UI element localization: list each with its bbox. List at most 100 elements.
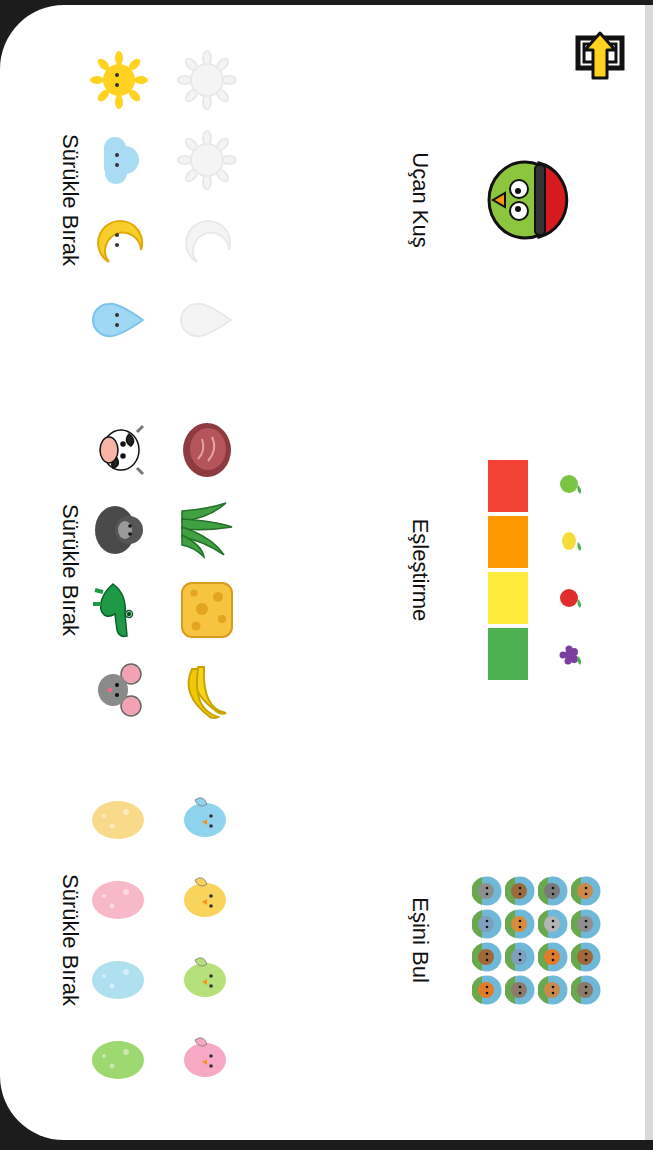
animal-card-icon <box>505 975 535 1005</box>
animal-card-icon <box>538 942 568 972</box>
game-column: Uçan Kuş Sürükle Bırak <box>57 15 630 385</box>
game-title[interactable]: Uçan Kuş <box>407 152 433 247</box>
animal-card-icon <box>571 876 601 906</box>
drag-item[interactable] <box>91 498 147 562</box>
exit-button[interactable] <box>567 30 630 82</box>
drag-item[interactable] <box>91 288 147 352</box>
target-row <box>175 48 239 352</box>
drag-drop-label: Sürükle Bırak <box>57 874 83 1006</box>
memory-grid <box>472 876 601 1005</box>
cheese-icon <box>176 579 238 641</box>
mouse-icon[interactable] <box>91 660 147 720</box>
target-slot <box>175 868 239 932</box>
target-slot <box>175 658 239 722</box>
lemon-icon <box>559 529 585 555</box>
game-menu: Uçan Kuş Sürükle Bırak Eşleştirme Sürükle B… <box>0 5 653 1140</box>
drag-drop-game[interactable]: Sürükle Bırak <box>57 48 239 352</box>
animal-card-icon <box>472 942 502 972</box>
target-slot <box>175 788 239 852</box>
cloud-icon[interactable] <box>89 130 149 190</box>
exit-icon <box>570 30 630 82</box>
grass-icon <box>176 499 238 561</box>
moon-icon[interactable] <box>89 210 149 270</box>
animal-card-icon <box>538 975 568 1005</box>
game-tile[interactable] <box>482 145 592 255</box>
sun-icon[interactable] <box>89 50 149 110</box>
drag-item[interactable] <box>91 208 147 272</box>
screen: Uçan Kuş Sürükle Bırak Eşleştirme Sürükle B… <box>0 0 653 1150</box>
target-slot <box>175 128 239 192</box>
crocodile-icon[interactable] <box>91 580 147 640</box>
landscape-view: Uçan Kuş Sürükle Bırak Eşleştirme Sürükle B… <box>0 0 653 1150</box>
green-apple-icon <box>559 472 585 498</box>
bird-icon <box>179 952 235 1008</box>
sun-shadow-icon <box>177 130 237 190</box>
game-column: Eşleştirme Sürükle Bırak <box>57 385 630 755</box>
game-tile[interactable] <box>489 460 585 680</box>
cow-icon[interactable] <box>91 420 147 480</box>
drag-item[interactable] <box>91 418 147 482</box>
bird-icon <box>179 872 235 928</box>
drag-item[interactable] <box>91 1028 147 1092</box>
drag-item[interactable] <box>91 48 147 112</box>
drag-item[interactable] <box>91 948 147 1012</box>
target-slot <box>175 578 239 642</box>
game-header <box>443 385 630 755</box>
target-slot <box>175 418 239 482</box>
game-tile[interactable] <box>472 876 601 1005</box>
color-swatch <box>489 628 529 680</box>
animal-card-icon <box>571 942 601 972</box>
drop-shadow-icon <box>177 290 237 350</box>
drag-drop-label: Sürükle Bırak <box>57 504 83 636</box>
drag-item[interactable] <box>91 578 147 642</box>
drag-drop-label: Sürükle Bırak <box>57 134 83 266</box>
meat-icon <box>176 419 238 481</box>
game-title[interactable]: Eşleştirme <box>407 519 433 622</box>
drag-item[interactable] <box>91 868 147 932</box>
color-swatch <box>489 460 529 512</box>
bird-icon <box>179 792 235 848</box>
drag-drop-game[interactable]: Sürükle Bırak <box>57 418 239 722</box>
drag-item-row <box>91 48 147 352</box>
flappy-bird-icon <box>482 145 592 255</box>
color-swatches <box>489 460 529 680</box>
sun-shadow-icon <box>177 50 237 110</box>
animal-card-icon <box>472 876 502 906</box>
drop-icon[interactable] <box>89 290 149 350</box>
color-swatch <box>489 516 529 568</box>
target-slot <box>175 208 239 272</box>
gorilla-icon[interactable] <box>91 500 147 560</box>
animal-card-icon <box>538 876 568 906</box>
animal-card-icon <box>472 909 502 939</box>
grape-icon <box>559 643 585 669</box>
game-header <box>443 15 630 385</box>
target-slot <box>175 948 239 1012</box>
animal-card-icon <box>505 942 535 972</box>
target-slot <box>175 48 239 112</box>
target-slot <box>175 1028 239 1092</box>
animal-card-icon <box>505 909 535 939</box>
egg-icon[interactable] <box>90 878 148 922</box>
color-swatch <box>489 572 529 624</box>
animal-card-icon <box>472 975 502 1005</box>
target-row <box>175 788 239 1092</box>
egg-icon[interactable] <box>90 1038 148 1082</box>
drag-item[interactable] <box>91 788 147 852</box>
drag-item[interactable] <box>91 128 147 192</box>
game-column: Eşini Bul Sürükle Bırak <box>57 755 630 1125</box>
animal-card-icon <box>505 876 535 906</box>
drag-item-row <box>91 788 147 1092</box>
banana-icon <box>176 659 238 721</box>
drag-item[interactable] <box>91 658 147 722</box>
target-row <box>175 418 239 722</box>
drag-drop-game[interactable]: Sürükle Bırak <box>57 788 239 1092</box>
egg-icon[interactable] <box>90 958 148 1002</box>
game-title[interactable]: Eşini Bul <box>407 897 433 983</box>
red-apple-icon <box>559 586 585 612</box>
bird-icon <box>179 1032 235 1088</box>
animal-card-icon <box>571 975 601 1005</box>
target-slot <box>175 498 239 562</box>
moon-shadow-icon <box>177 210 237 270</box>
fruit-row <box>559 472 585 669</box>
egg-icon[interactable] <box>90 798 148 842</box>
